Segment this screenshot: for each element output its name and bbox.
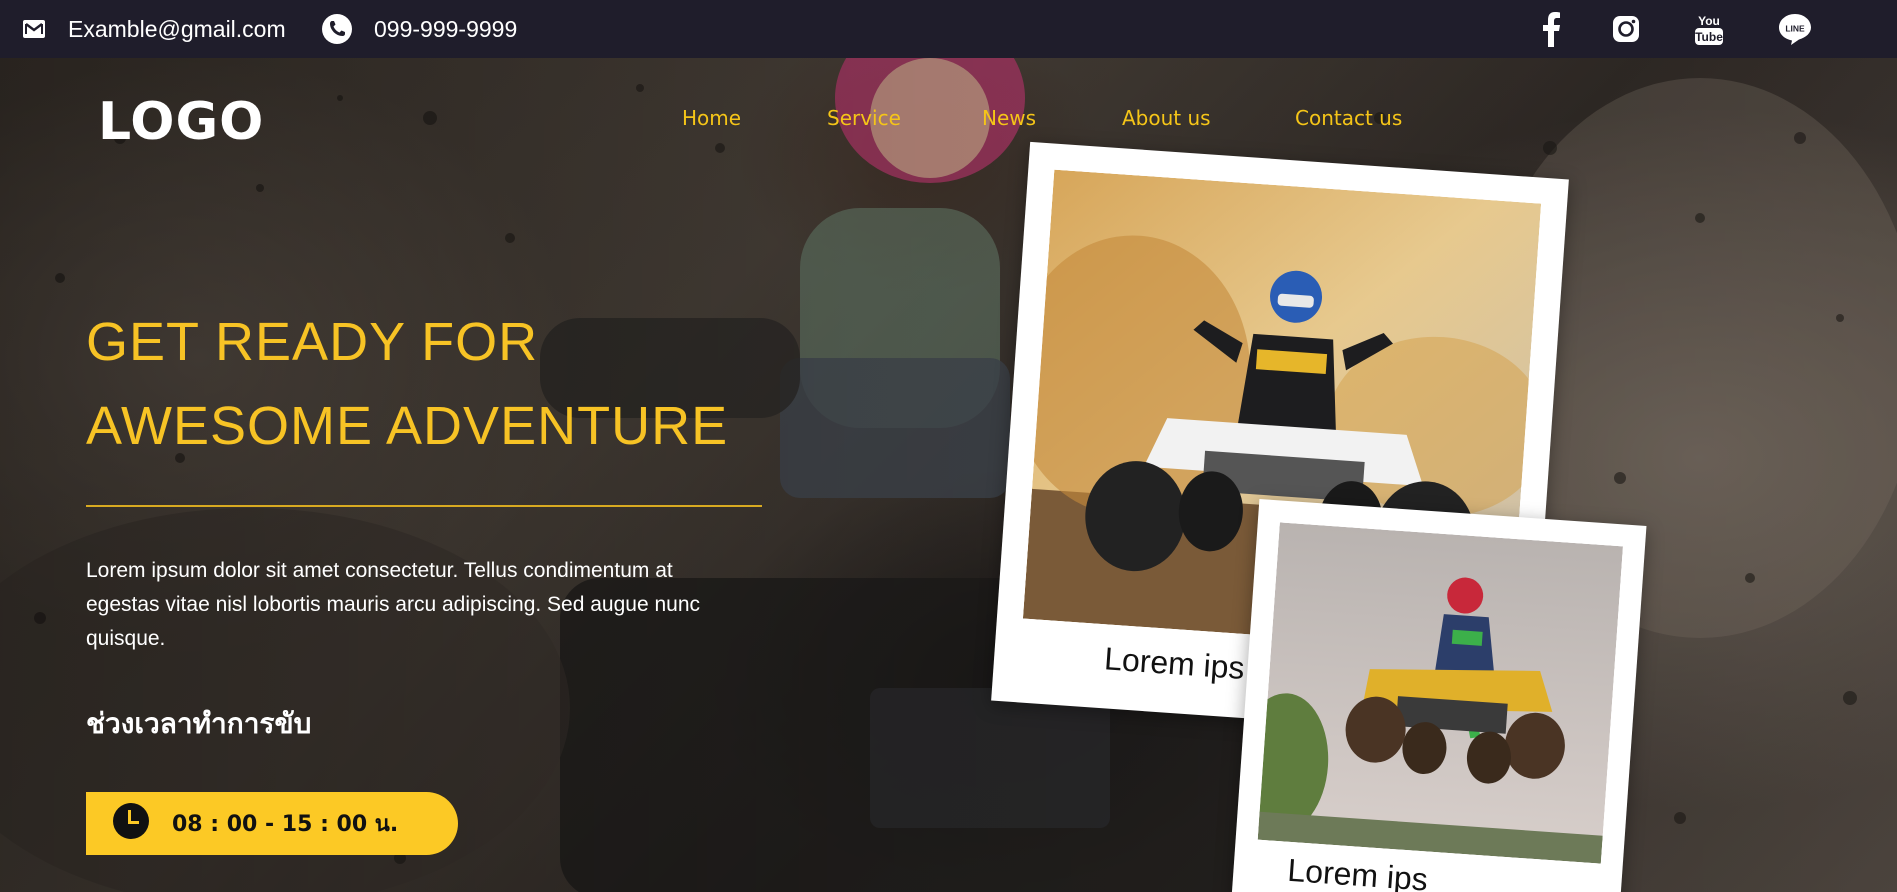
gallery-caption-2: Lorem ips bbox=[1286, 851, 1430, 892]
nav-contact-us[interactable]: Contact us bbox=[1295, 106, 1402, 130]
top-contact-bar: Examble@gmail.com 099-999-9999 You Tube … bbox=[0, 0, 1897, 58]
hours-text: 08 : 00 - 15 : 00 น. bbox=[172, 812, 399, 837]
phone-contact[interactable]: 099-999-9999 bbox=[322, 0, 517, 58]
email-contact[interactable]: Examble@gmail.com bbox=[22, 0, 286, 58]
svg-text:You: You bbox=[1698, 14, 1720, 28]
svg-text:Tube: Tube bbox=[1695, 30, 1723, 44]
nav-about-us[interactable]: About us bbox=[1122, 106, 1211, 130]
nav-news[interactable]: News bbox=[982, 106, 1036, 130]
gallery-caption-1: Lorem ips bbox=[1103, 640, 1246, 687]
headline-line-2: AWESOME ADVENTURE bbox=[86, 396, 729, 456]
facebook-icon[interactable] bbox=[1535, 0, 1567, 58]
youtube-icon[interactable]: You Tube bbox=[1692, 0, 1726, 58]
nav-service[interactable]: Service bbox=[827, 106, 901, 130]
svg-text:LINE: LINE bbox=[1785, 24, 1805, 34]
mail-icon bbox=[22, 19, 46, 39]
hero-headline: GET READY FOR AWESOME ADVENTURE bbox=[86, 300, 728, 468]
clock-icon bbox=[112, 802, 150, 845]
headline-divider bbox=[86, 505, 762, 507]
gallery-card-2[interactable]: Lorem ips bbox=[1231, 498, 1647, 892]
nav-home[interactable]: Home bbox=[682, 106, 741, 130]
phone-text[interactable]: 099-999-9999 bbox=[374, 16, 517, 43]
email-text[interactable]: Examble@gmail.com bbox=[68, 16, 286, 43]
instagram-icon[interactable] bbox=[1610, 0, 1642, 58]
hero-description: Lorem ipsum dolor sit amet consectetur. … bbox=[86, 559, 701, 650]
phone-icon bbox=[322, 14, 352, 44]
atv-jump-photo bbox=[1257, 522, 1623, 864]
hours-badge: 08 : 00 - 15 : 00 น. bbox=[86, 792, 458, 855]
landing-page: Examble@gmail.com 099-999-9999 You Tube … bbox=[0, 0, 1897, 892]
site-logo[interactable]: LOGO bbox=[98, 92, 264, 152]
line-icon[interactable]: LINE bbox=[1776, 0, 1814, 58]
hours-title: ช่วงเวลาทำการขับ bbox=[86, 707, 312, 740]
headline-line-1: GET READY FOR bbox=[86, 312, 539, 372]
